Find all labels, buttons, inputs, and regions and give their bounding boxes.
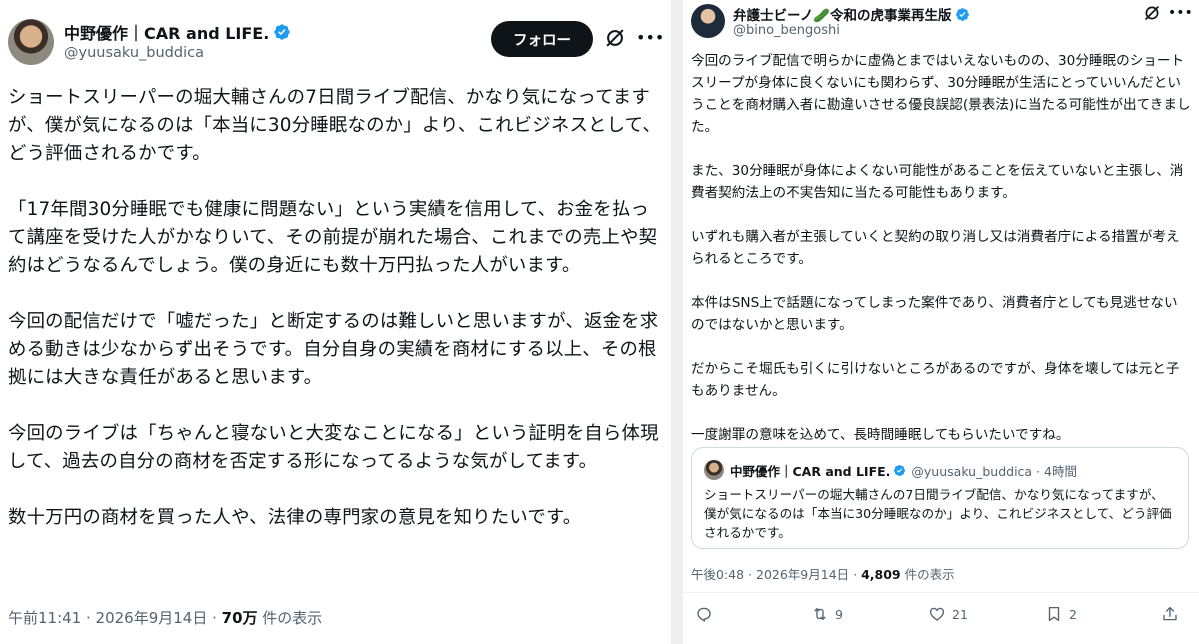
paragraph: 「17年間30分睡眠でも健康に問題ない」という実績を信用して、お金を払って講座を… xyxy=(8,199,658,276)
timestamp[interactable]: 午前11:41 · 2026年9月14日 · xyxy=(8,609,222,627)
screenshot-divider xyxy=(671,0,683,644)
paragraph: 今回のライブは「ちゃんと寝ないと大変なことになる」という証明を自ら体現して、過去… xyxy=(8,423,659,472)
bookmark-count: 2 xyxy=(1069,606,1077,622)
actions-divider xyxy=(683,592,1199,593)
paragraph: 一度謝罪の意味を込めて、長時間睡眠してもらいたいですね。 xyxy=(691,427,1070,443)
verified-badge-icon xyxy=(274,24,291,40)
grok-icon[interactable] xyxy=(604,27,626,49)
like-icon xyxy=(929,607,945,621)
follow-button[interactable]: フォロー xyxy=(491,21,593,57)
quoted-text: ショートスリーパーの堀大輔さんの7日間ライブ配信、かなり気になってますが、僕が気… xyxy=(704,487,1172,540)
quoted-header: 中野優作｜CAR and LIFE. @yuusaku_buddica · 4時… xyxy=(730,461,1077,480)
retweet-icon xyxy=(814,608,826,620)
author-handle[interactable]: @yuusaku_buddica xyxy=(64,45,204,61)
retweet-count: 9 xyxy=(835,606,843,622)
views-label: 件の表示 xyxy=(900,567,955,582)
author-name[interactable]: 中野優作｜CAR and LIFE. xyxy=(64,20,269,44)
quoted-handle-time: @yuusaku_buddica · 4時間 xyxy=(911,464,1077,479)
bookmark-icon xyxy=(1048,606,1060,622)
views-count: 70万 xyxy=(221,609,258,627)
author-handle[interactable]: @bino_bengoshi xyxy=(733,23,840,38)
avatar[interactable] xyxy=(8,19,54,65)
paragraph: 今回のライブ配信で明らかに虚偽とまではいえないものの、30分睡眠のショートスリー… xyxy=(691,53,1191,135)
post-text: 今回のライブ配信で明らかに虚偽とまではいえないものの、30分睡眠のショートスリー… xyxy=(691,50,1191,468)
right-post: 弁護士ビーノ🥒令和の虎事業再生版 @bino_bengoshi ••• 今回のラ… xyxy=(683,0,1199,644)
author-row: 中野優作｜CAR and LIFE. xyxy=(64,20,291,44)
share-button[interactable] xyxy=(1161,605,1179,623)
author-name[interactable]: 弁護士ビーノ🥒令和の虎事業再生版 xyxy=(733,4,952,24)
views-count: 4,809 xyxy=(861,567,901,582)
more-icon[interactable]: ••• xyxy=(1168,4,1193,22)
quoted-author-name: 中野優作｜CAR and LIFE. xyxy=(730,464,891,479)
verified-badge-icon xyxy=(894,464,906,477)
left-post: 中野優作｜CAR and LIFE. @yuusaku_buddica フォロー… xyxy=(0,0,671,644)
post-meta: 午後0:48 · 2026年9月14日 · 4,809 件の表示 xyxy=(691,564,955,583)
like-count: 21 xyxy=(952,606,968,622)
paragraph: 今回の配信だけで「嘘だった」と断定するのは難しいと思いますが、返金を求める動きは… xyxy=(8,311,659,388)
more-icon[interactable]: ••• xyxy=(636,27,664,49)
bookmark-button[interactable]: 2 xyxy=(1045,605,1077,623)
grok-icon[interactable] xyxy=(1143,4,1161,22)
timestamp[interactable]: 午後0:48 · 2026年9月14日 · xyxy=(691,567,861,582)
verified-badge-icon xyxy=(955,7,969,21)
reply-button[interactable] xyxy=(695,605,719,623)
paragraph: だからこそ堀氏も引くに引けないところがあるのですが、身体を壊しては元と子もありま… xyxy=(691,361,1180,399)
post-text: ショートスリーパーの堀大輔さんの7日間ライブ配信、かなり気になってますが、僕が気… xyxy=(8,84,664,560)
author-row: 弁護士ビーノ🥒令和の虎事業再生版 xyxy=(733,4,970,24)
quoted-post[interactable]: 中野優作｜CAR and LIFE. @yuusaku_buddica · 4時… xyxy=(691,447,1189,549)
action-bar: 9 21 2 xyxy=(683,605,1199,629)
views-label: 件の表示 xyxy=(257,609,323,627)
paragraph: 本件はSNS上で話題になってしまった案件であり、消費者庁としても見逃せないのでは… xyxy=(691,295,1178,333)
share-icon xyxy=(1163,606,1177,621)
like-button[interactable]: 21 xyxy=(928,605,968,623)
avatar[interactable] xyxy=(691,4,725,38)
paragraph: いずれも購入者が主張していくと契約の取り消し又は消費者庁による措置が考えられると… xyxy=(691,229,1180,267)
post-meta: 午前11:41 · 2026年9月14日 · 70万 件の表示 xyxy=(8,607,322,628)
quoted-avatar xyxy=(704,460,724,480)
paragraph: 数十万円の商材を買った人や、法律の専門家の意見を知りたいです。 xyxy=(8,507,582,528)
paragraph: ショートスリーパーの堀大輔さんの7日間ライブ配信、かなり気になってますが、僕が気… xyxy=(8,87,661,164)
reply-icon xyxy=(697,607,711,622)
retweet-button[interactable]: 9 xyxy=(811,605,843,623)
paragraph: また、30分睡眠が身体によくない可能性があることを伝えていないと主張し、消費者契… xyxy=(691,163,1184,201)
